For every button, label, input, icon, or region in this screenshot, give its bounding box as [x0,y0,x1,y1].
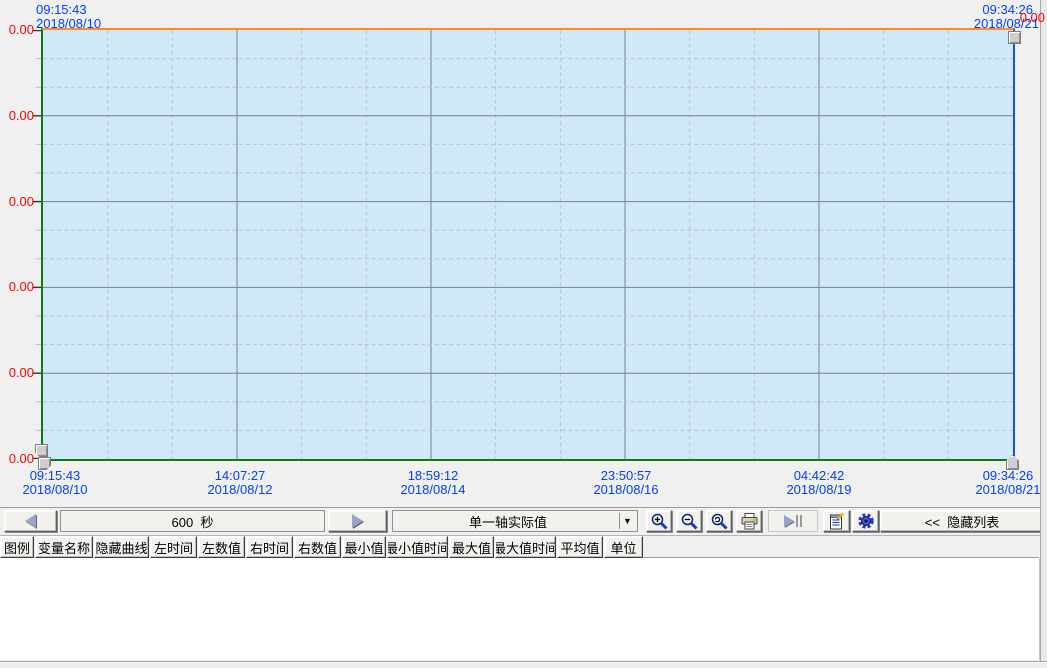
column-header-11[interactable]: 最大值时间 [495,536,556,558]
column-header-5[interactable]: 左数值 [198,536,245,558]
zoom-in-button[interactable] [646,510,672,532]
x-axis-label: 23:50:572018/08/16 [571,469,681,497]
legend-list-area[interactable] [0,558,1041,660]
column-header-10[interactable]: 最大值 [449,536,494,558]
trend-viewer-window: 09:15:43 2018/08/10 09:34:26 2018/08/21 … [0,0,1047,668]
left-triangle-icon [25,514,36,528]
zoom-in-icon [650,512,669,531]
y-axis-label: 0.00 [0,108,34,124]
zoom-out-icon [680,512,699,531]
y-axis-label: 0.00 [0,22,34,38]
gear-icon [856,511,876,531]
x-axis-label: 04:42:422018/08/19 [764,469,874,497]
prev-interval-button[interactable] [4,510,57,532]
zoom-reset-button[interactable] [706,510,732,532]
edit-list-icon [827,512,846,531]
grid [33,30,1013,459]
column-header-6[interactable]: 右时间 [246,536,293,558]
column-header-12[interactable]: 平均值 [557,536,603,558]
plot-inner [43,30,1013,459]
play-pause-icon [784,515,802,527]
column-header-filler [644,536,1039,558]
top-right-slider-handle[interactable] [1008,31,1021,44]
zoom-out-button[interactable] [676,510,702,532]
y-axis-label: 0.00 [0,194,34,210]
zoom-reset-icon [710,512,729,531]
column-header-7[interactable]: 右数值 [294,536,341,558]
column-header-9[interactable]: 最小值时间 [387,536,448,558]
y-axis-label: 0.00 [0,451,34,467]
y-axis-label: 0.00 [0,279,34,295]
column-header-4[interactable]: 左时间 [150,536,197,558]
right-axis-top-value: 0.00 [1020,10,1045,25]
chevron-down-icon[interactable]: ▼ [619,513,635,529]
x-axis-label: 09:15:432018/08/10 [0,469,110,497]
next-interval-button[interactable] [328,510,387,532]
plot-area[interactable] [41,28,1015,461]
x-axis-label: 14:07:272018/08/12 [185,469,295,497]
column-header-2[interactable]: 变量名称 [35,536,93,558]
hide-list-button[interactable]: << 隐藏列表 [880,510,1044,532]
play-pause-button[interactable] [768,510,818,532]
toolbar: 600 秒 单一轴实际值 ▼ [0,507,1047,536]
printer-icon [740,512,759,531]
value-mode-label: 单一轴实际值 [469,512,547,531]
legend-table-header: 图例变量名称隐藏曲线左时间左数值右时间右数值最小值最小值时间最大值最大值时间平均… [0,536,1039,558]
curve-list-edit-button[interactable] [823,510,850,532]
settings-button[interactable] [852,510,879,532]
print-button[interactable] [736,510,762,532]
column-header-3[interactable]: 隐藏曲线 [94,536,149,558]
time-span-field[interactable]: 600 秒 [60,510,325,532]
x-axis-label: 18:59:122018/08/14 [378,469,488,497]
column-header-8[interactable]: 最小值 [342,536,386,558]
column-header-13[interactable]: 单位 [604,536,643,558]
x-axis-label: 09:34:262018/08/21 [953,469,1047,497]
right-triangle-icon [352,514,363,528]
chart-start-time-label: 09:15:43 [36,2,87,17]
value-mode-select[interactable]: 单一轴实际值 ▼ [392,510,638,532]
column-header-1[interactable]: 图例 [0,536,34,558]
y-axis-label: 0.00 [0,365,34,381]
right-edge-strip [1040,0,1047,668]
bottom-edge-strip [0,661,1047,668]
